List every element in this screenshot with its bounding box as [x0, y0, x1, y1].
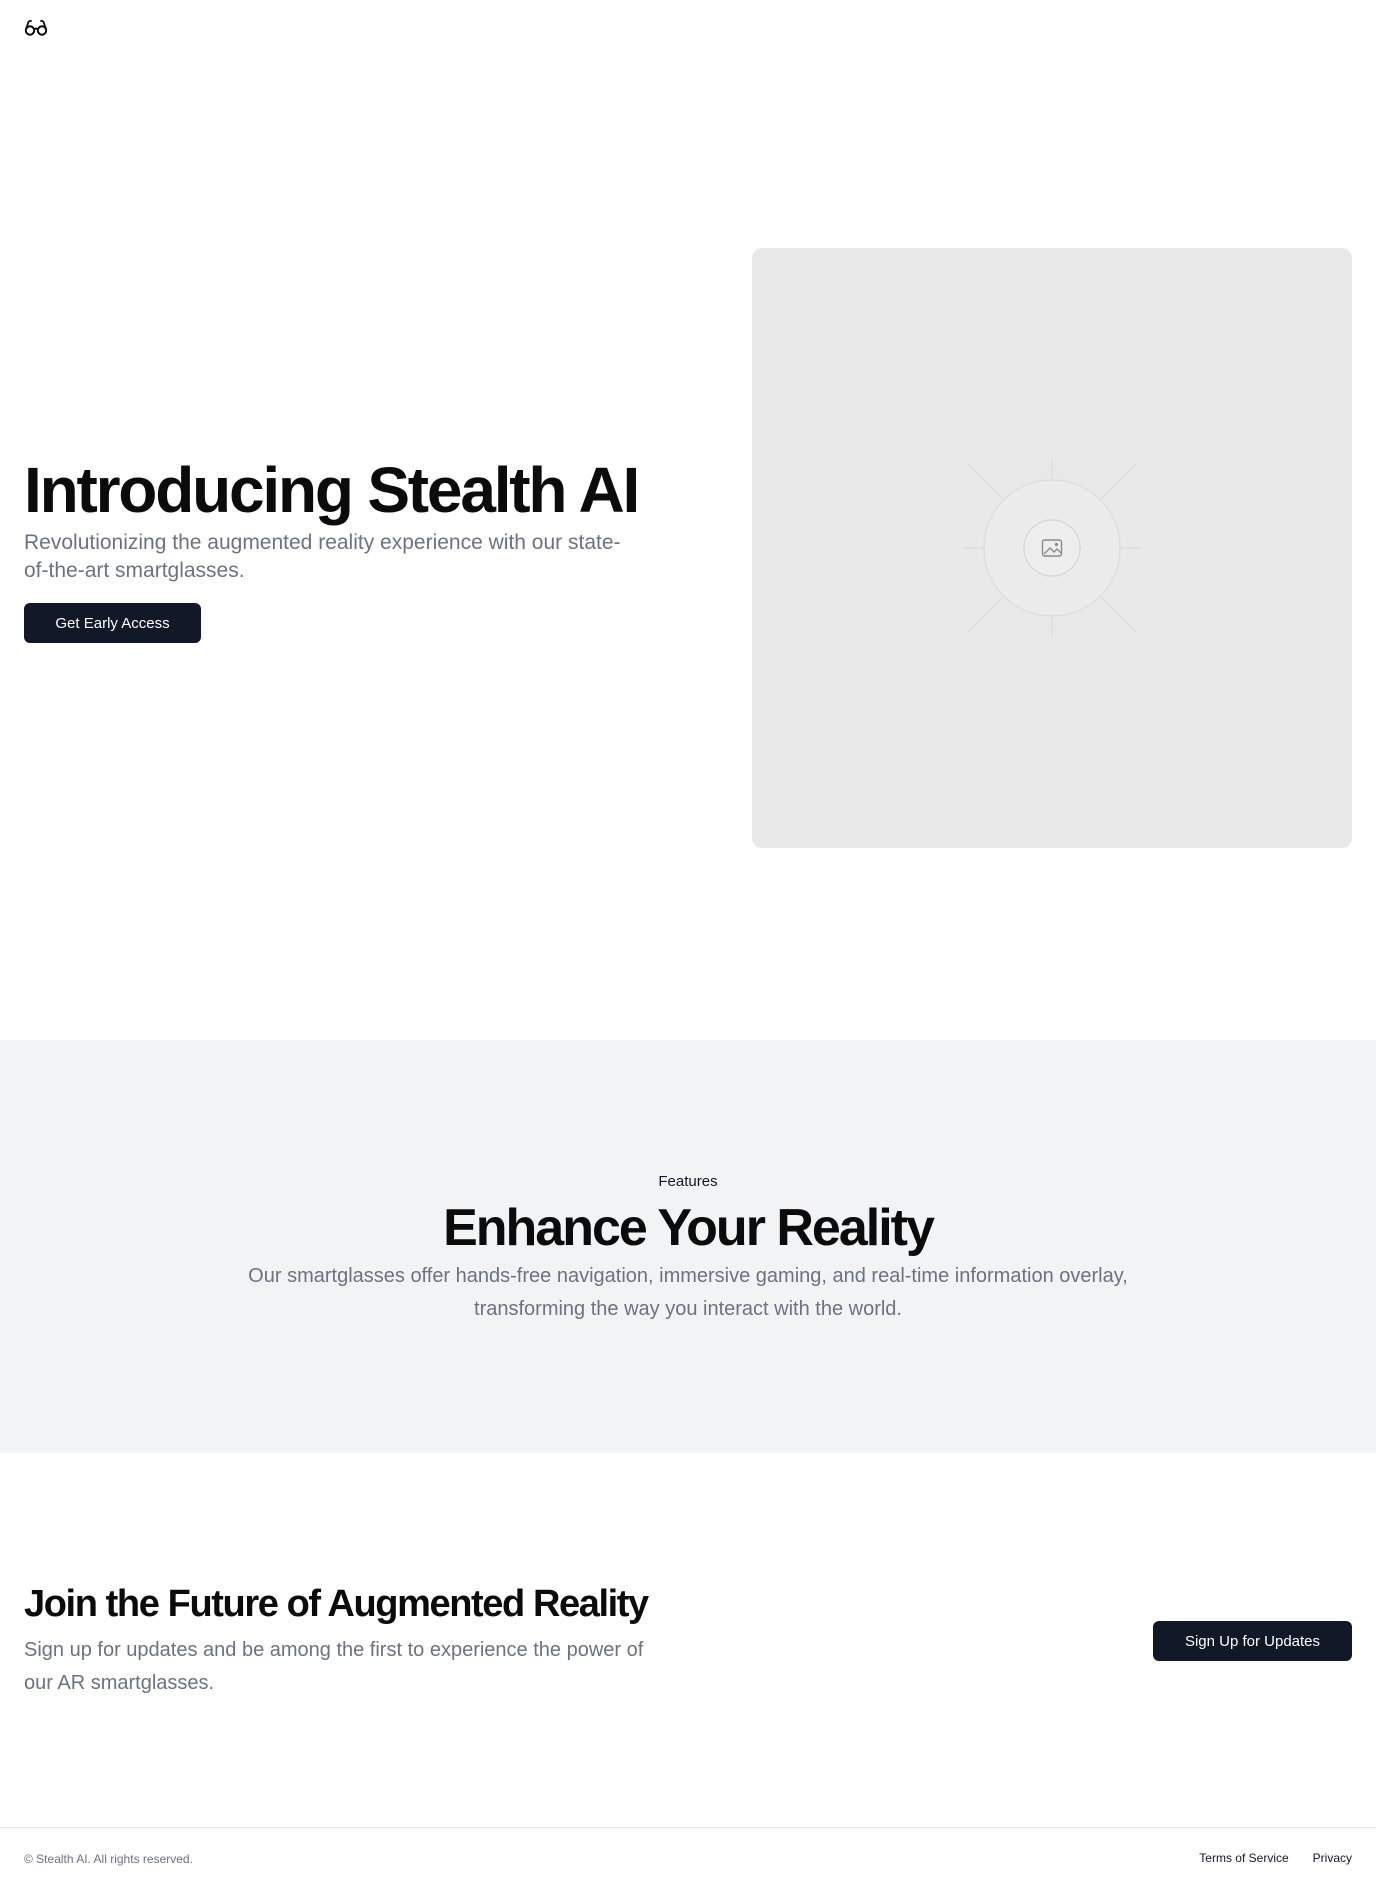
features-description: Our smartglasses offer hands-free naviga…: [248, 1265, 1128, 1320]
hero-image-placeholder: [752, 248, 1352, 848]
privacy-link[interactable]: Privacy: [1313, 1851, 1352, 1865]
footer-copyright: © Stealth AI. All rights reserved.: [24, 1852, 193, 1866]
features-section: Features Enhance Your Reality Our smartg…: [0, 1040, 1376, 1453]
cta-text: Join the Future of Augmented Reality Sig…: [24, 1580, 664, 1700]
hero-subtitle: Revolutionizing the augmented reality ex…: [24, 531, 621, 582]
footer-links: Terms of Service Privacy: [1199, 1851, 1352, 1865]
terms-of-service-link[interactable]: Terms of Service: [1199, 1851, 1288, 1865]
page: Introducing Stealth AI Revolutionizing t…: [0, 0, 1376, 1892]
cta-title: Join the Future of Augmented Reality: [24, 1583, 649, 1625]
footer: © Stealth AI. All rights reserved. Terms…: [0, 1827, 1376, 1892]
features-eyebrow: Features: [658, 1173, 718, 1190]
placeholder-graphic: [962, 458, 1142, 638]
glasses-icon[interactable]: [24, 16, 48, 40]
cta-subtitle: Sign up for updates and be among the fir…: [24, 1639, 644, 1694]
sign-up-for-updates-button[interactable]: Sign Up for Updates: [1153, 1621, 1352, 1661]
get-early-access-button[interactable]: Get Early Access: [24, 603, 201, 643]
hero-text: Introducing Stealth AI Revolutionizing t…: [24, 454, 640, 643]
features-title: Enhance Your Reality: [443, 1199, 935, 1257]
hero-title: Introducing Stealth AI: [24, 454, 640, 526]
